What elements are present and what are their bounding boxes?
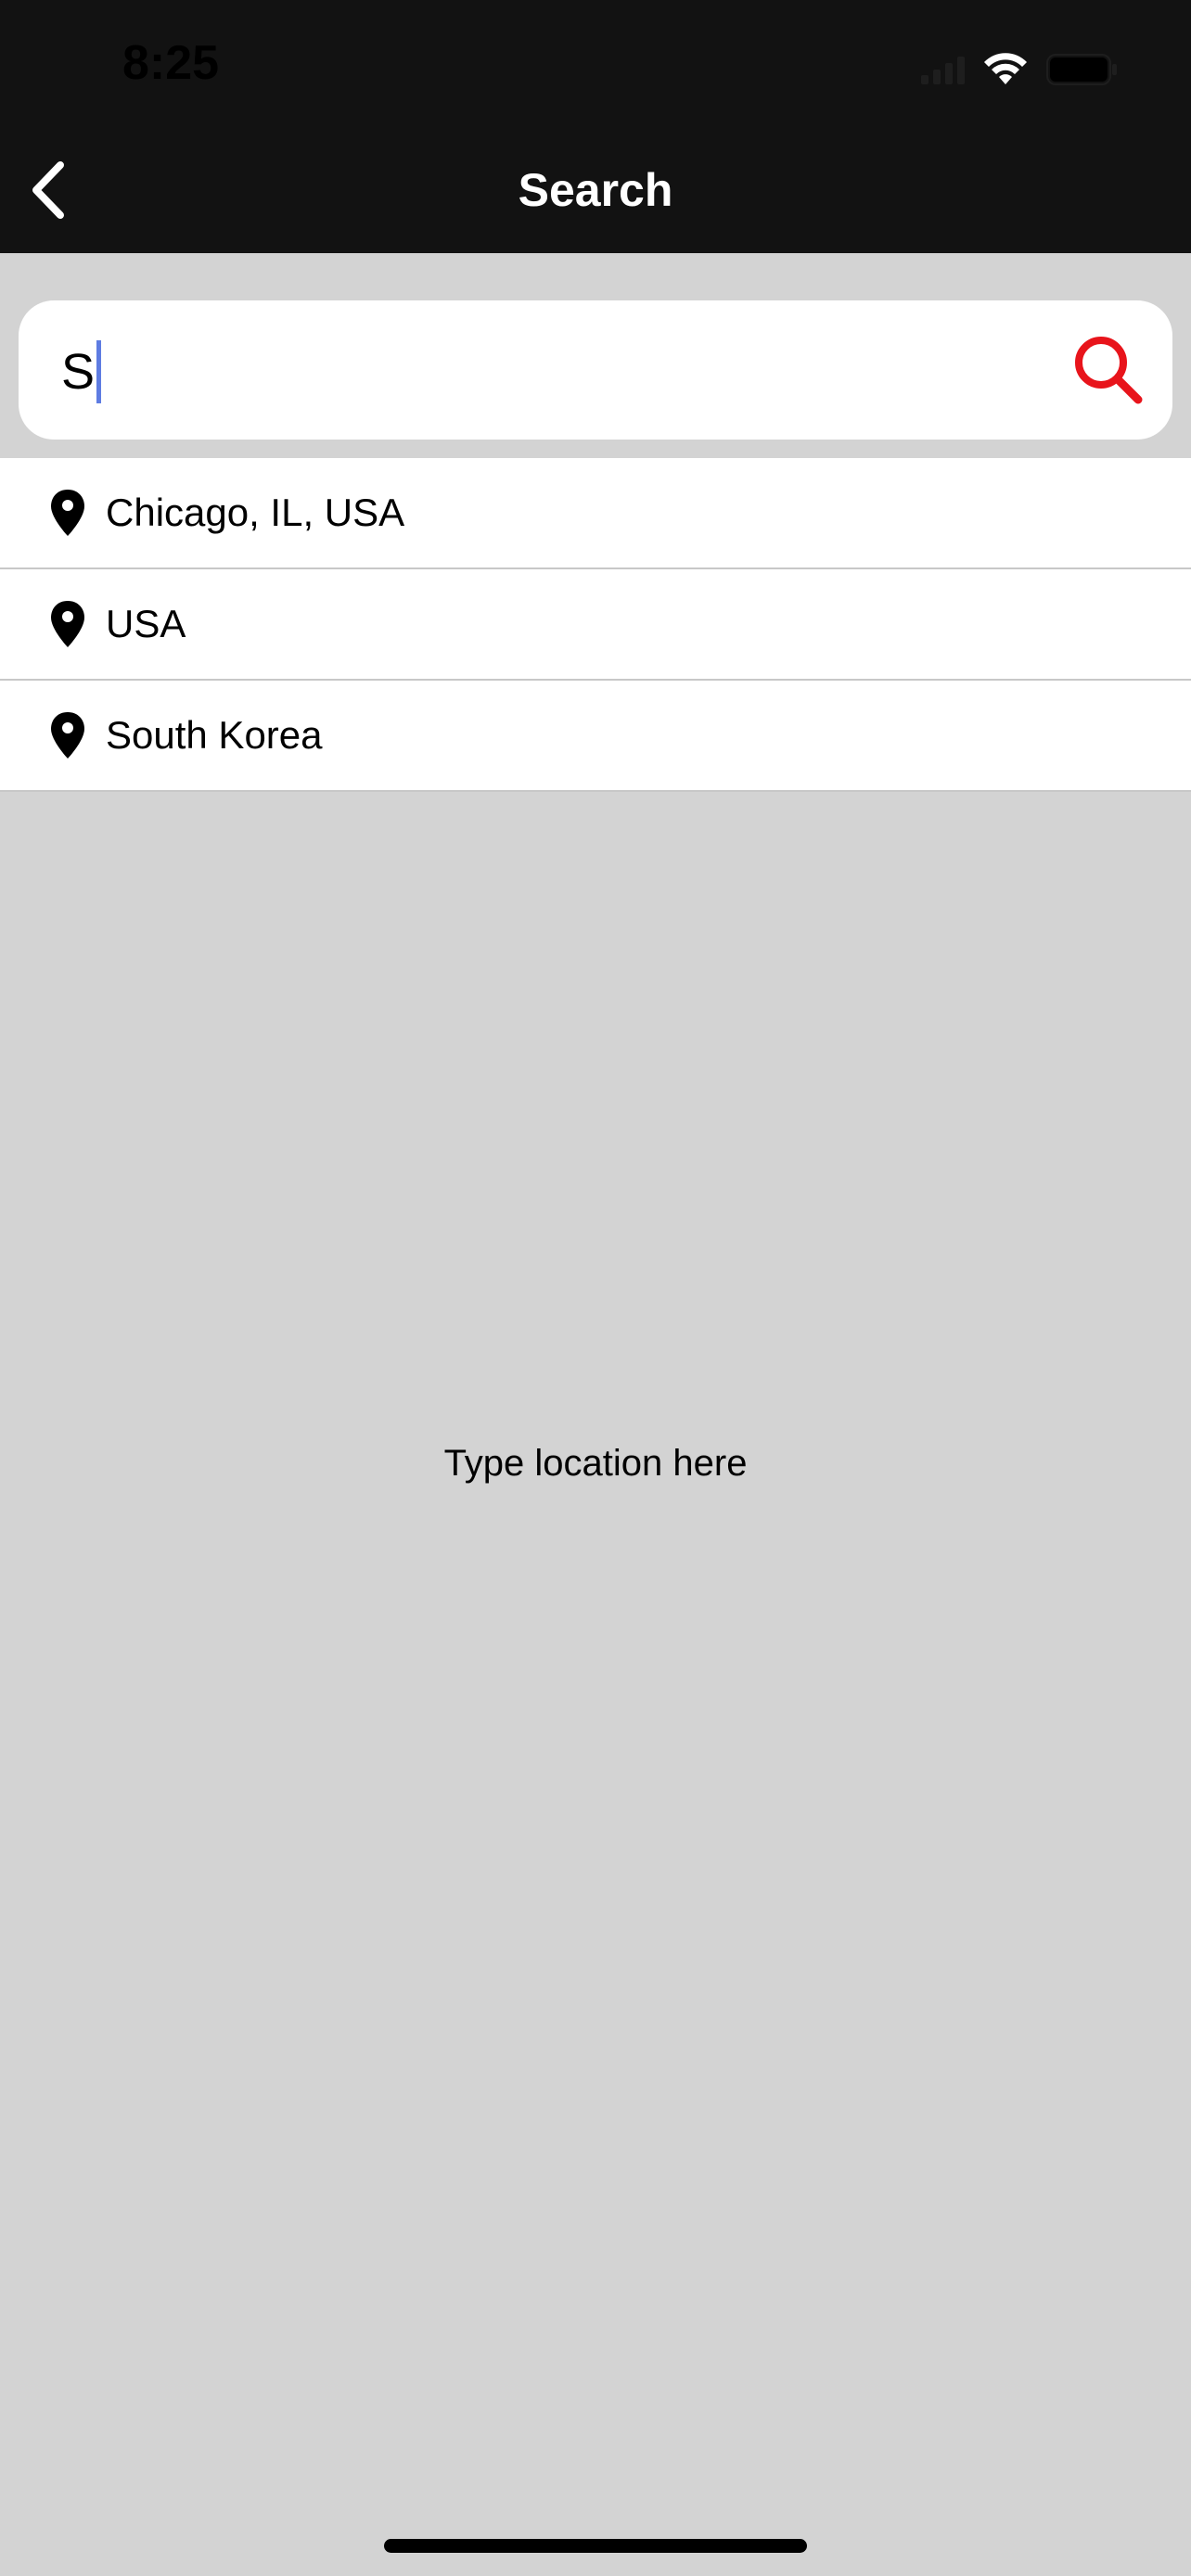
location-result-item[interactable]: South Korea	[0, 681, 1191, 792]
search-input-value: S	[61, 344, 96, 400]
location-result-label: South Korea	[106, 713, 323, 757]
location-pin-icon	[46, 598, 89, 650]
home-indicator[interactable]	[384, 2539, 807, 2553]
wifi-icon	[984, 53, 1027, 84]
empty-state-hint: Type location here	[443, 1443, 748, 1484]
location-pin-icon	[46, 709, 89, 761]
status-time: 8:25	[122, 36, 220, 90]
location-result-item[interactable]: USA	[0, 569, 1191, 681]
page-title: Search	[518, 164, 673, 216]
status-icons	[921, 46, 1119, 93]
location-result-label: Chicago, IL, USA	[106, 491, 405, 534]
search-input[interactable]: S	[61, 338, 102, 406]
battery-icon	[1046, 54, 1117, 85]
app-header: 8:25 Search	[0, 0, 1191, 253]
location-results-list: Chicago, IL, USA USA South Korea	[0, 458, 1191, 792]
location-result-item[interactable]: Chicago, IL, USA	[0, 458, 1191, 569]
text-caret	[96, 340, 102, 403]
location-result-label: USA	[106, 602, 186, 645]
search-field[interactable]: S	[19, 300, 1172, 440]
search-icon	[1075, 337, 1143, 404]
location-pin-icon	[46, 487, 89, 539]
search-button[interactable]	[1065, 326, 1152, 414]
signal-icon	[921, 55, 965, 84]
